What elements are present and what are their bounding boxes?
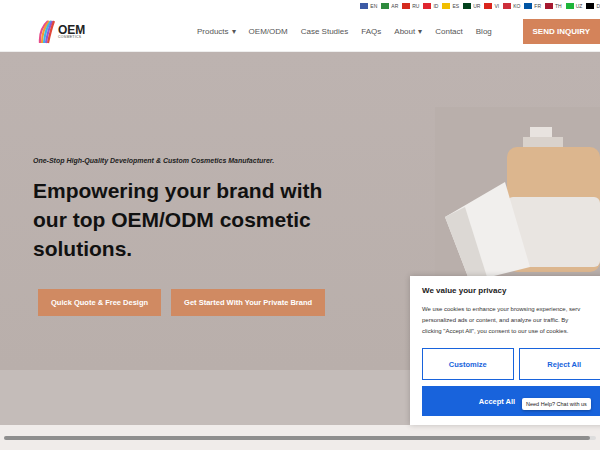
nav-label: Products (197, 27, 229, 36)
language-option[interactable]: UZ (566, 3, 583, 9)
nav-link[interactable]: FAQs (361, 27, 381, 36)
hero-tagline: One-Stop High-Quality Development & Cust… (33, 157, 400, 164)
nav-link[interactable]: OEM/ODM (249, 27, 288, 36)
cta-button[interactable]: Quick Quote & Free Design (38, 289, 161, 316)
language-code: VI (494, 3, 499, 9)
language-bar: EN AR RU ID ES UR VI KO FR TH UZ D (0, 0, 600, 12)
flag-icon (586, 3, 594, 9)
hero-headline: Empowering your brand with our top OEM/O… (33, 176, 353, 263)
bottom-strip (0, 425, 600, 450)
chat-tooltip[interactable]: Need Help? Chat with us (522, 398, 591, 410)
language-option[interactable]: UR (463, 3, 480, 9)
nav-link[interactable]: Products▾ (197, 27, 236, 36)
cookie-text-line: clicking "Accept All", you consent to ou… (422, 326, 600, 337)
language-code: UZ (576, 3, 583, 9)
flag-icon (545, 3, 553, 9)
language-option[interactable]: FR (524, 3, 541, 9)
language-code: ID (433, 3, 438, 9)
cta-button[interactable]: Get Started With Your Private Brand (171, 289, 325, 316)
nav-label: Blog (476, 27, 492, 36)
nav-label: OEM/ODM (249, 27, 288, 36)
language-option[interactable]: RU (402, 3, 419, 9)
language-option[interactable]: VI (484, 3, 499, 9)
language-option[interactable]: AR (381, 3, 398, 9)
language-code: AR (391, 3, 398, 9)
cookie-text-line: We use cookies to enhance your browsing … (422, 304, 600, 315)
language-code: FR (534, 3, 541, 9)
nav-link[interactable]: Blog (476, 27, 492, 36)
flag-icon (566, 3, 574, 9)
nav-link[interactable]: Case Studies (301, 27, 349, 36)
nav-link[interactable]: About▾ (394, 27, 422, 36)
flag-icon (484, 3, 492, 9)
main-nav: Products▾OEM/ODMCase StudiesFAQsAbout▾Co… (197, 27, 523, 36)
flag-icon (442, 3, 450, 9)
reject-button[interactable]: Reject All (519, 348, 600, 380)
language-code: RU (412, 3, 419, 9)
logo-subtitle: COSMETICS (58, 36, 85, 40)
flag-icon (381, 3, 389, 9)
nav-label: FAQs (361, 27, 381, 36)
flag-icon (524, 3, 532, 9)
cookie-text-line: personalized ads or content, and analyze… (422, 315, 600, 326)
logo-text: OEMCOSMETICS (58, 24, 85, 40)
nav-label: About (394, 27, 415, 36)
flag-icon (402, 3, 410, 9)
language-option[interactable]: D (586, 3, 600, 9)
language-option[interactable]: KO (503, 3, 520, 9)
language-code: UR (473, 3, 480, 9)
site-logo[interactable]: OEMCOSMETICS (38, 19, 188, 45)
hero-content: One-Stop High-Quality Development & Cust… (0, 52, 400, 370)
flag-icon (463, 3, 471, 9)
nav-label: Contact (435, 27, 463, 36)
caret-icon: ▾ (418, 27, 422, 36)
flag-icon (423, 3, 431, 9)
cookie-title: We value your privacy (422, 286, 600, 295)
cookie-buttons: CustomizeReject All (422, 348, 600, 380)
language-option[interactable]: ID (423, 3, 438, 9)
product-photo-icon (435, 107, 600, 282)
flag-icon (503, 3, 511, 9)
language-option[interactable]: ES (442, 3, 459, 9)
language-code: TH (555, 3, 562, 9)
scrollbar-thumb[interactable] (4, 436, 590, 440)
logo-title: OEM (58, 24, 85, 36)
language-code: ES (452, 3, 459, 9)
language-option[interactable]: EN (360, 3, 377, 9)
customize-button[interactable]: Customize (422, 348, 514, 380)
cta-buttons: Quick Quote & Free Design Get Started Wit… (38, 289, 400, 316)
nav-link[interactable]: Contact (435, 27, 463, 36)
flag-icon (360, 3, 368, 9)
nav-label: Case Studies (301, 27, 349, 36)
cookie-text: We use cookies to enhance your browsing … (422, 304, 600, 337)
scrollbar-track[interactable] (4, 436, 596, 440)
language-code: KO (513, 3, 520, 9)
language-code: EN (370, 3, 377, 9)
language-option[interactable]: TH (545, 3, 562, 9)
caret-icon: ▾ (232, 27, 236, 36)
send-inquiry-button[interactable]: SEND INQUIRY (523, 19, 600, 44)
language-code: D (596, 3, 600, 9)
logo-swirl-icon (38, 19, 56, 45)
site-header: OEMCOSMETICSProducts▾OEM/ODMCase Studies… (0, 12, 600, 52)
